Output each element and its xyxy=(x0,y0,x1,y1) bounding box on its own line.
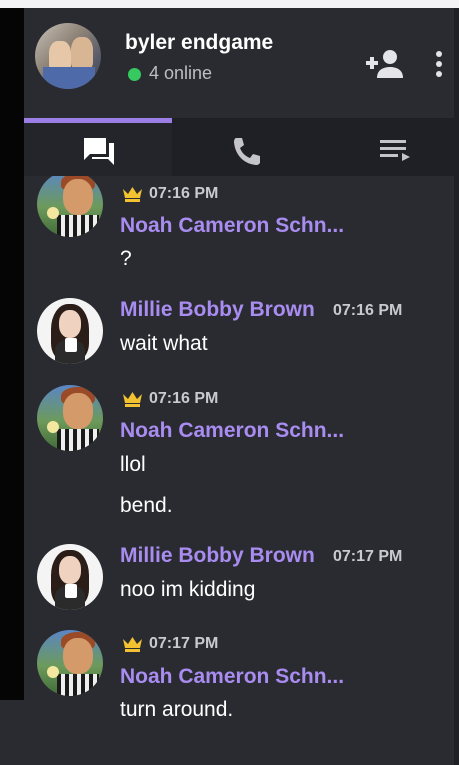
message-author[interactable]: Millie Bobby Brown xyxy=(120,544,315,568)
background-strip xyxy=(0,8,24,700)
avatar[interactable] xyxy=(37,298,103,364)
message-author[interactable]: Millie Bobby Brown xyxy=(120,298,315,322)
group-name[interactable]: byler endgame xyxy=(125,31,273,55)
chat-header: byler endgame 4 online xyxy=(24,8,454,118)
more-icon[interactable] xyxy=(433,50,445,78)
message-list[interactable]: 07:16 PM Noah Cameron Schn... ? Millie B… xyxy=(24,176,454,765)
crown-icon xyxy=(123,392,142,407)
avatar-part xyxy=(65,338,77,352)
message-author[interactable]: Noah Cameron Schn... xyxy=(120,419,344,443)
tab-chat[interactable] xyxy=(24,118,172,176)
message-text: llol xyxy=(120,453,146,476)
avatar-part xyxy=(63,638,93,674)
avatar[interactable] xyxy=(37,630,103,696)
message-time: 07:17 PM xyxy=(149,635,219,652)
group-avatar-figure xyxy=(71,37,93,69)
message-time: 07:16 PM xyxy=(333,302,403,319)
phone-icon xyxy=(234,138,260,165)
online-count: 4 online xyxy=(149,63,213,83)
message-text: noo im kidding xyxy=(120,578,256,601)
tab-calls[interactable] xyxy=(172,118,320,176)
message-author[interactable]: Noah Cameron Schn... xyxy=(120,665,344,689)
avatar-part xyxy=(59,310,81,338)
message-text: bend. xyxy=(120,494,173,517)
online-status-dot xyxy=(128,68,141,81)
message-text: ? xyxy=(120,247,132,270)
message-time: 07:16 PM xyxy=(149,185,219,202)
message-text: wait what xyxy=(120,332,208,355)
message-author[interactable]: Noah Cameron Schn... xyxy=(120,214,344,238)
tab-bar xyxy=(24,118,454,176)
active-tab-indicator xyxy=(24,118,172,123)
crown-icon xyxy=(123,187,142,202)
avatar-part xyxy=(59,556,81,584)
avatar-part xyxy=(47,421,59,433)
add-user-icon[interactable] xyxy=(366,49,404,79)
crown-icon xyxy=(123,637,142,652)
background-strip-bottom xyxy=(0,700,24,765)
avatar[interactable] xyxy=(37,544,103,610)
group-avatar[interactable] xyxy=(35,23,101,89)
avatar-part xyxy=(47,666,59,678)
avatar-part xyxy=(63,179,93,215)
avatar-part xyxy=(65,584,77,598)
message-text: turn around. xyxy=(120,698,234,721)
message-time: 07:17 PM xyxy=(333,548,403,565)
avatar-part xyxy=(57,429,99,451)
window-top-edge xyxy=(0,0,459,8)
group-avatar-figure xyxy=(43,67,95,89)
avatar-part xyxy=(63,393,93,429)
tab-playlist[interactable] xyxy=(320,118,459,176)
avatar[interactable] xyxy=(37,176,103,237)
avatar-part xyxy=(47,207,59,219)
chat-panel: byler endgame 4 online 07:16 PM Noah Cam… xyxy=(24,8,459,765)
playlist-icon xyxy=(380,140,410,161)
avatar-part xyxy=(57,215,99,237)
avatar[interactable] xyxy=(37,385,103,451)
avatar-part xyxy=(57,674,99,696)
message-time: 07:16 PM xyxy=(149,390,219,407)
chat-icon xyxy=(84,138,114,165)
